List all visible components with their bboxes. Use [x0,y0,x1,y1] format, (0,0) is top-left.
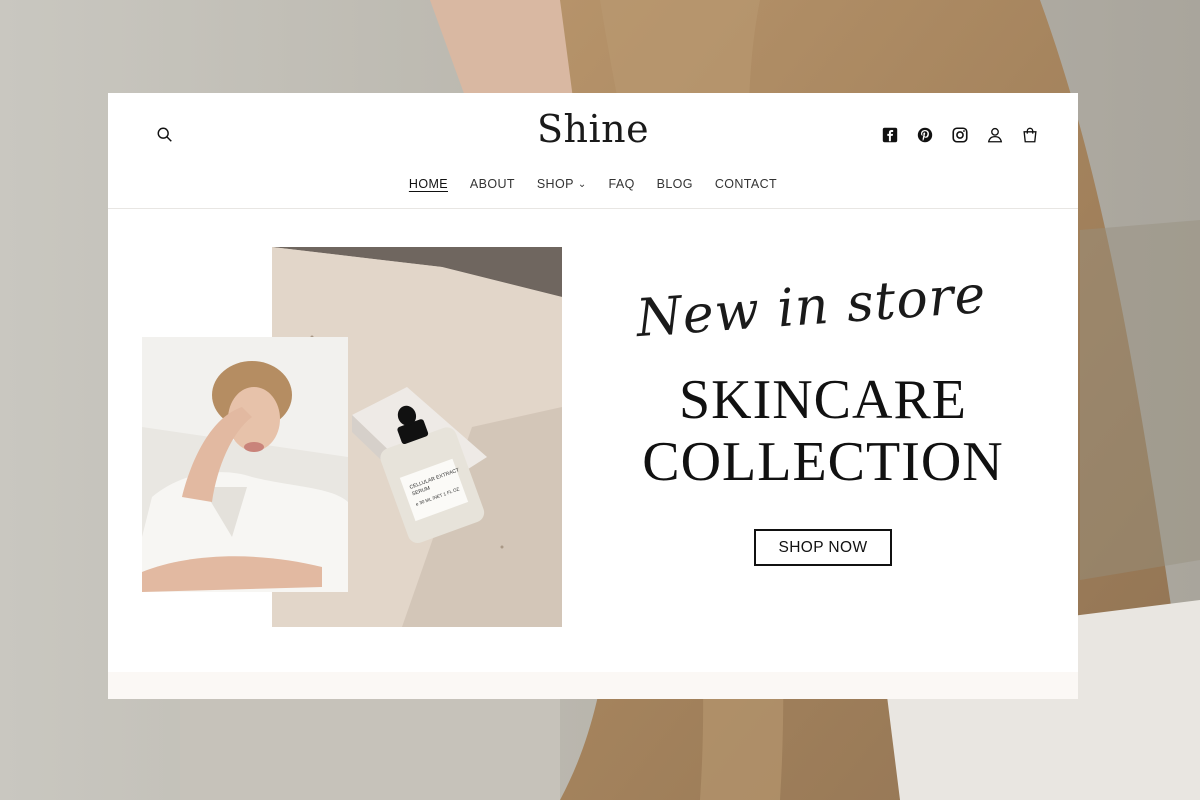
nav-item-shop[interactable]: SHOP ⌄ [537,177,587,191]
nav-item-about[interactable]: ABOUT [470,177,515,191]
shop-now-button[interactable]: SHOP NOW [754,529,892,566]
instagram-icon[interactable] [949,124,971,146]
hero-section: CELLULAR EXTRACT SERUM e 30 ML /NET 1 FL… [108,209,1078,673]
headline-line: COLLECTION [642,431,1004,493]
nav-item-faq[interactable]: FAQ [609,177,635,191]
cart-icon[interactable] [1019,124,1041,146]
account-icon[interactable] [984,124,1006,146]
hero-headline: SKINCARE COLLECTION [628,369,1018,493]
nav-item-contact[interactable]: CONTACT [715,177,777,191]
hero-tagline: New in store [634,264,989,350]
site-header: Shine HOME ABOUT SHOP ⌄ FAQ BLOG CONTACT [108,93,1078,209]
next-section-strip [108,672,1078,699]
pinterest-icon[interactable] [914,124,936,146]
main-nav: HOME ABOUT SHOP ⌄ FAQ BLOG CONTACT [108,177,1078,191]
nav-item-shop-label: SHOP [536,177,574,191]
headline-line: SKINCARE [678,369,968,431]
facebook-icon[interactable] [879,124,901,146]
chevron-down-icon: ⌄ [577,179,587,190]
website-preview: Shine HOME ABOUT SHOP⌄ FAQ BLOG CONTACT [108,93,1078,699]
nav-item-blog[interactable]: BLOG [657,177,693,191]
model-photo [142,337,348,592]
nav-item-home[interactable]: HOME [409,177,448,191]
